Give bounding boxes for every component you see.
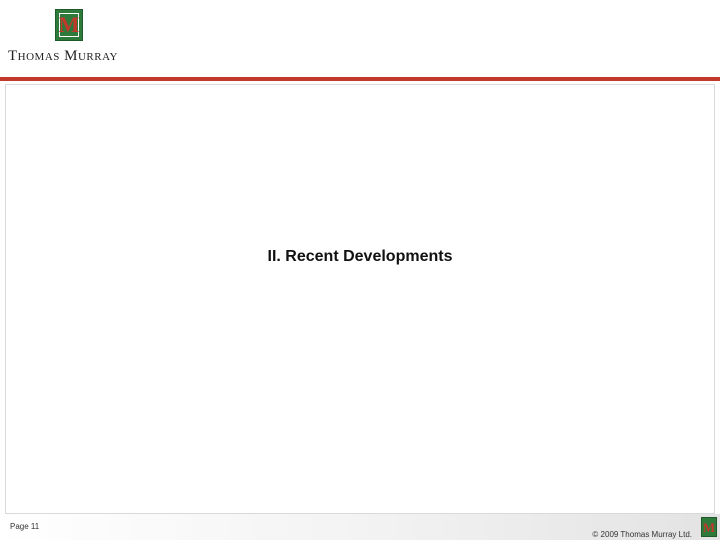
thomas-murray-logo-icon: M: [55, 9, 83, 41]
slide-header: M Thomas Murray: [0, 0, 720, 78]
slide: M Thomas Murray II. Recent Developments …: [0, 0, 720, 540]
page-number: Page 11: [10, 522, 40, 531]
header-divider: [0, 77, 720, 81]
footer-logo-icon: M: [701, 517, 717, 537]
brand-name: Thomas Murray: [8, 48, 118, 64]
content-frame: [5, 84, 715, 514]
section-title: II. Recent Developments: [267, 248, 453, 265]
footer-logo-letter: M: [702, 519, 716, 535]
logo-letter: M: [58, 12, 80, 37]
copyright-text: © 2009 Thomas Murray Ltd.: [592, 530, 692, 539]
